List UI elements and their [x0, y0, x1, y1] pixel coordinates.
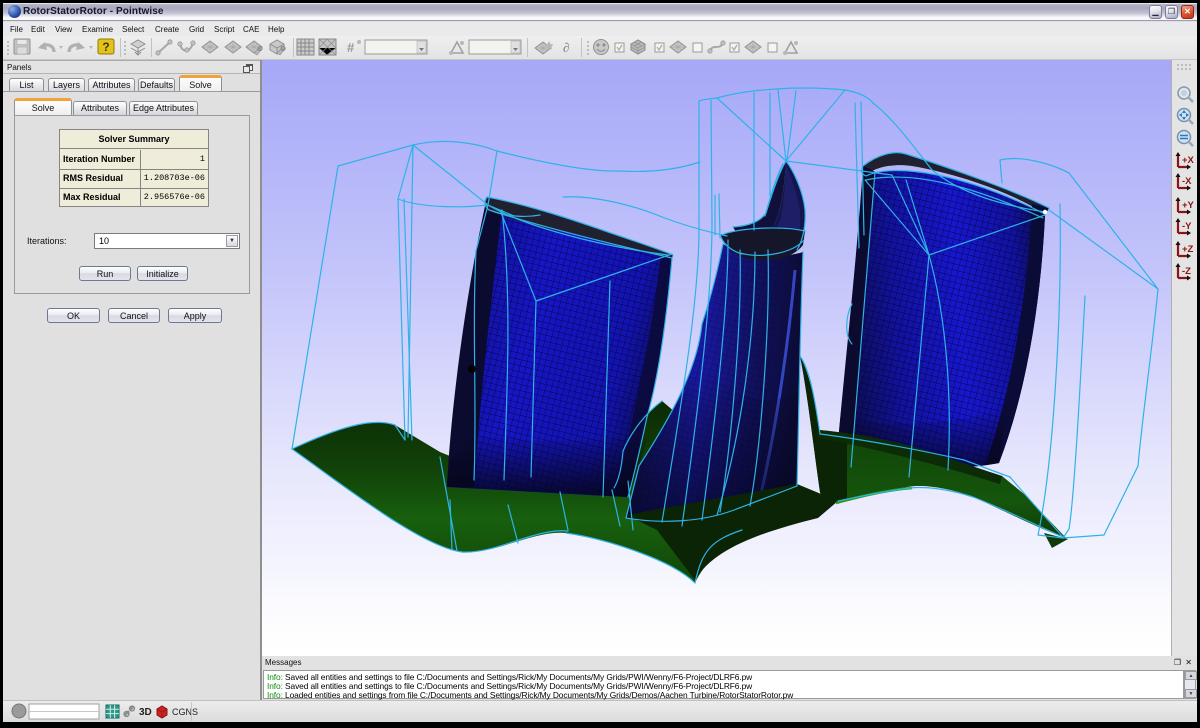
svg-text:?: ?	[102, 40, 109, 54]
svg-text:3D: 3D	[139, 707, 152, 718]
svg-text:+X: +X	[1182, 155, 1195, 166]
svg-text:+Y: +Y	[1182, 200, 1195, 211]
svg-text:+Z: +Z	[1182, 244, 1194, 255]
svg-text:-X: -X	[1182, 176, 1192, 187]
svg-text:-Z: -Z	[1182, 266, 1191, 277]
svg-text:∂: ∂	[563, 40, 569, 55]
svg-text:-Y: -Y	[1182, 221, 1192, 232]
svg-text:CGNS: CGNS	[172, 707, 198, 717]
svg-text:#: #	[347, 40, 355, 55]
